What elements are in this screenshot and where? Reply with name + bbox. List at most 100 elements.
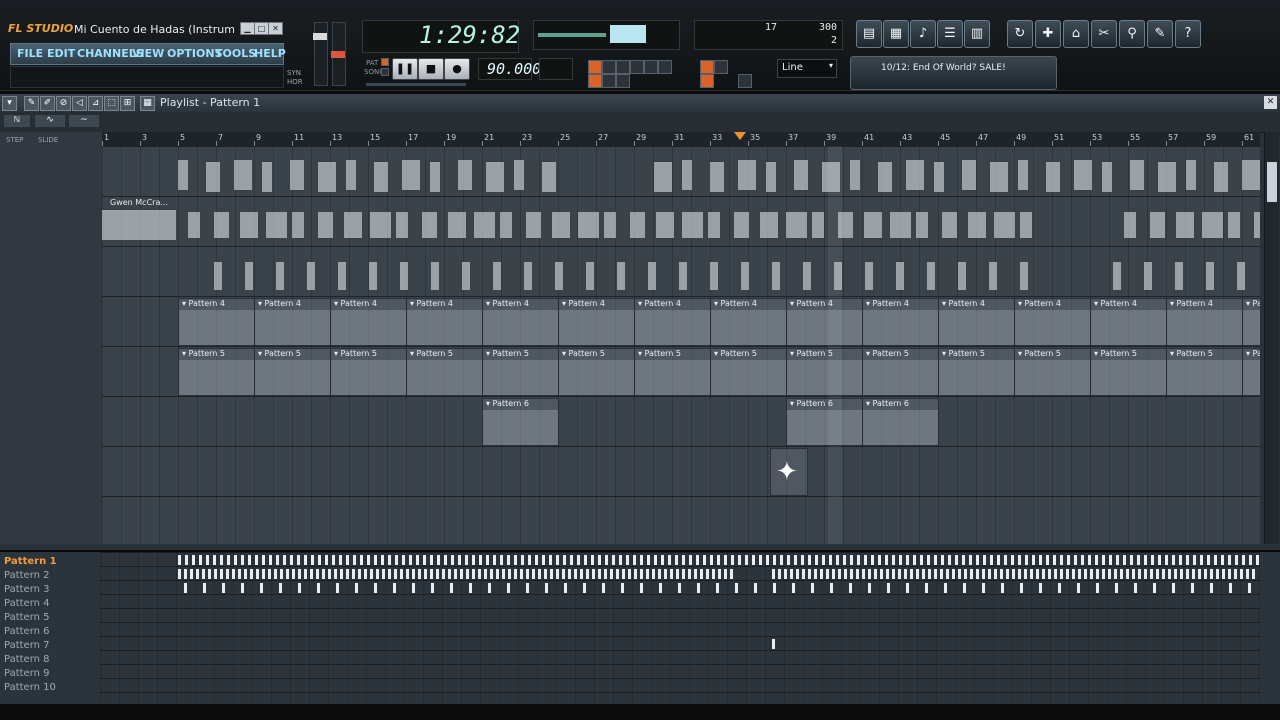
- menu-view[interactable]: VIEW: [132, 47, 164, 60]
- audio-slice[interactable]: [290, 160, 304, 190]
- audio-slice[interactable]: [318, 212, 333, 238]
- audio-slice[interactable]: [648, 262, 656, 290]
- audio-slice[interactable]: [1018, 160, 1028, 190]
- audio-slice[interactable]: [514, 160, 524, 190]
- audio-slice[interactable]: [266, 212, 287, 238]
- audio-slice[interactable]: [188, 212, 200, 238]
- audio-slice[interactable]: [1176, 212, 1194, 238]
- mute-tool-icon[interactable]: ◁: [72, 96, 87, 111]
- audio-slice[interactable]: [493, 262, 501, 290]
- audio-slice[interactable]: [1206, 262, 1214, 290]
- browser-icon[interactable]: ☰: [937, 20, 963, 48]
- pattern-clip[interactable]: ▾ Pattern 5: [634, 348, 711, 396]
- audio-slice[interactable]: [586, 262, 594, 290]
- audio-slice[interactable]: [552, 212, 570, 238]
- paint-tool-icon[interactable]: ✐: [40, 96, 55, 111]
- typing-keyboard-toggle[interactable]: [588, 60, 602, 74]
- playhead-marker[interactable]: [734, 132, 746, 140]
- audio-slice[interactable]: [989, 262, 997, 290]
- audio-slice[interactable]: [604, 212, 616, 238]
- pattern-list-item[interactable]: Pattern 8: [4, 654, 50, 665]
- audio-slice[interactable]: [794, 160, 808, 190]
- audio-slice[interactable]: [245, 262, 253, 290]
- stop-button[interactable]: ■: [418, 58, 444, 80]
- audio-slice[interactable]: [422, 212, 437, 238]
- pattern-clip[interactable]: ▾ Pattern 5: [482, 348, 559, 396]
- pattern-clip[interactable]: ▾ Pattern 4: [1090, 298, 1167, 346]
- audio-slice[interactable]: [431, 262, 439, 290]
- notes-icon[interactable]: ✎: [1147, 20, 1173, 48]
- pattern-clip[interactable]: ▾ Pattern 5: [1166, 348, 1243, 396]
- pattern-clip[interactable]: ▾ Pattern 4: [1166, 298, 1243, 346]
- plugin-picker-icon[interactable]: ✚: [1035, 20, 1061, 48]
- audio-slice[interactable]: [1020, 212, 1032, 238]
- audio-slice[interactable]: [741, 262, 749, 290]
- step-mode-label[interactable]: STEP: [6, 136, 23, 144]
- audio-slice[interactable]: [738, 160, 756, 190]
- automation-view-icon[interactable]: ~: [69, 115, 99, 127]
- close-icon[interactable]: ✕: [268, 22, 283, 35]
- audio-slice[interactable]: [1186, 160, 1196, 190]
- audio-slice[interactable]: [500, 212, 512, 238]
- audio-slice[interactable]: [968, 212, 986, 238]
- zoom-tool-icon[interactable]: ⊞: [120, 96, 135, 111]
- settings-icon[interactable]: ✂: [1091, 20, 1117, 48]
- record-button[interactable]: ●: [444, 58, 470, 80]
- audio-slice[interactable]: [1074, 160, 1092, 190]
- menu-tools[interactable]: TOOLS: [215, 47, 256, 60]
- pattern-clip[interactable]: ▾ Pattern 5: [1014, 348, 1091, 396]
- audio-slice[interactable]: [542, 162, 556, 192]
- pattern-clip[interactable]: ▾ Pattern 4: [482, 298, 559, 346]
- audio-slice[interactable]: [234, 160, 252, 190]
- select-tool-icon[interactable]: ⬚: [104, 96, 119, 111]
- audio-slice[interactable]: [1144, 262, 1152, 290]
- audio-slice[interactable]: [102, 210, 176, 240]
- audio-slice[interactable]: [1254, 212, 1260, 238]
- audio-slice[interactable]: [486, 162, 504, 192]
- audio-slice[interactable]: [307, 262, 315, 290]
- audio-slice[interactable]: [962, 160, 976, 190]
- audio-slice[interactable]: [240, 212, 258, 238]
- audio-slice[interactable]: [338, 262, 346, 290]
- audio-slice[interactable]: [630, 212, 645, 238]
- audio-slice[interactable]: [786, 212, 807, 238]
- audio-slice[interactable]: [370, 212, 391, 238]
- pattern-clip[interactable]: ✦: [770, 448, 808, 496]
- project-info-icon[interactable]: ⌂: [1063, 20, 1089, 48]
- pattern-clip[interactable]: ▾ Pattern 5: [254, 348, 331, 396]
- audio-slice[interactable]: [679, 262, 687, 290]
- audio-slice[interactable]: [994, 212, 1015, 238]
- audio-slice[interactable]: [682, 160, 692, 190]
- audio-slice[interactable]: [524, 262, 532, 290]
- song-position-slider[interactable]: [366, 83, 466, 86]
- menu-file[interactable]: FILE: [17, 47, 43, 60]
- audio-slice[interactable]: [344, 212, 362, 238]
- audio-slice[interactable]: [1020, 262, 1028, 290]
- audio-slice[interactable]: [292, 212, 304, 238]
- audio-slice[interactable]: [369, 262, 377, 290]
- audio-slice[interactable]: [878, 162, 892, 192]
- window-menu-icon[interactable]: ▾: [2, 96, 17, 111]
- audio-slice[interactable]: [766, 162, 776, 192]
- pattern-clip[interactable]: ▾ Pattern 6: [482, 398, 559, 446]
- audio-slice[interactable]: [474, 212, 495, 238]
- audio-slice[interactable]: [803, 262, 811, 290]
- master-volume-slider[interactable]: [313, 22, 328, 86]
- pattern-list-item[interactable]: Pattern 5: [4, 612, 50, 623]
- audio-slice[interactable]: [916, 212, 928, 238]
- audio-slice[interactable]: [942, 212, 957, 238]
- audio-slice[interactable]: [1175, 262, 1183, 290]
- undo-toggle[interactable]: [602, 74, 616, 88]
- audio-slice[interactable]: [617, 262, 625, 290]
- audio-slice[interactable]: [906, 160, 924, 190]
- audio-slice[interactable]: [578, 212, 599, 238]
- audio-slice[interactable]: [896, 262, 904, 290]
- audio-slice[interactable]: [1150, 212, 1165, 238]
- pattern-clip[interactable]: ▾ Pattern 4: [254, 298, 331, 346]
- audio-slice[interactable]: [927, 262, 935, 290]
- audio-slice[interactable]: [834, 262, 842, 290]
- pattern-clip[interactable]: ▾ Pattern 5: [1090, 348, 1167, 396]
- pattern-clip[interactable]: ▾ Pattern 4: [406, 298, 483, 346]
- master-pitch-slider[interactable]: [331, 22, 346, 86]
- audio-slice[interactable]: [214, 262, 222, 290]
